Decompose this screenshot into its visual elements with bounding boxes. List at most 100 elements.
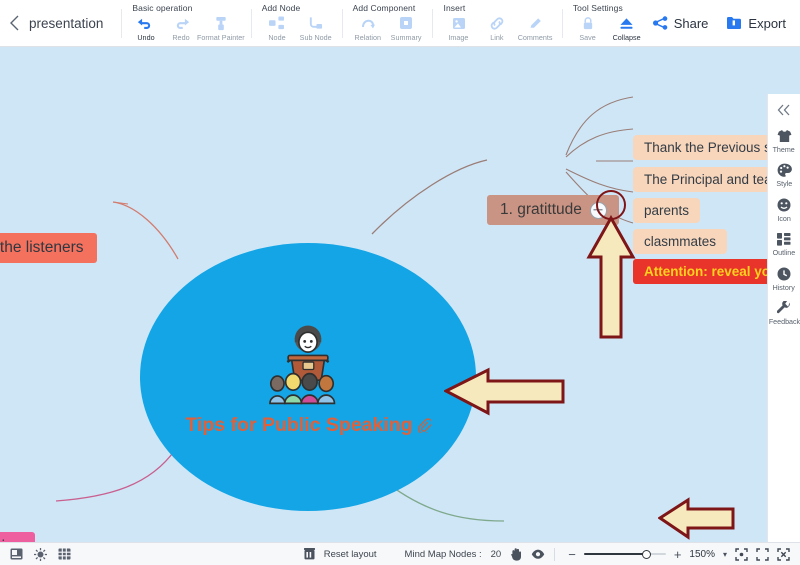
insert-comments-button[interactable]: Comments xyxy=(516,14,554,42)
node-motivation[interactable]: vation xyxy=(0,532,36,542)
expand-corners-icon[interactable] xyxy=(756,547,769,561)
collapse-button[interactable]: Collapse xyxy=(607,14,645,42)
insert-link-label: Link xyxy=(490,33,504,42)
sub-node-icon xyxy=(308,15,323,31)
reset-layout-icon[interactable] xyxy=(303,548,315,560)
status-divider xyxy=(554,547,556,561)
panel-item-label: Theme xyxy=(772,144,796,154)
central-node[interactable]: Tips for Public Speaking xyxy=(140,243,476,511)
panel-item-label: Feedback xyxy=(768,317,800,326)
share-icon xyxy=(652,16,668,30)
mindmap-canvas[interactable]: Tips for Public Speaking 1. gratittude T… xyxy=(0,47,800,542)
share-button[interactable]: Share xyxy=(652,16,708,31)
panel-item-theme[interactable]: Theme xyxy=(768,128,800,154)
add-sub-node-button[interactable]: Sub Node xyxy=(296,14,334,42)
zoom-in-button[interactable]: + xyxy=(674,548,682,561)
save-button[interactable]: Save xyxy=(569,14,607,42)
add-node-label: Node xyxy=(268,33,286,42)
zoom-out-button[interactable]: − xyxy=(568,548,576,561)
zoom-slider[interactable] xyxy=(583,548,666,561)
central-node-title[interactable]: Tips for Public Speaking xyxy=(185,413,431,437)
summary-bracket-icon xyxy=(399,15,413,31)
undo-label: Undo xyxy=(137,33,155,42)
add-relation-label: Relation xyxy=(354,33,382,42)
group-title: Insert xyxy=(443,3,466,13)
panel-item-label: Style xyxy=(776,179,792,188)
palette-icon xyxy=(777,163,792,178)
zoom-level-value: 150% xyxy=(689,548,715,560)
document-title[interactable]: presentation xyxy=(29,0,121,46)
clock-icon xyxy=(777,266,791,281)
panel-item-history[interactable]: History xyxy=(768,266,800,292)
group-title: Add Component xyxy=(352,3,416,13)
group-title: Basic operation xyxy=(132,3,193,13)
redo-label: Redo xyxy=(172,33,190,42)
export-button[interactable]: Export xyxy=(726,16,786,31)
panel-item-label: Outline xyxy=(772,248,796,257)
slider-fill xyxy=(583,552,646,556)
toolbar-group-insert: Insert Image Link Comments xyxy=(432,0,561,46)
collapse-label: Collapse xyxy=(612,33,641,42)
node-label: clasmmates xyxy=(644,234,717,249)
smiley-icon xyxy=(777,197,791,212)
chevron-down-icon[interactable]: ▾ xyxy=(723,550,727,559)
reset-layout-label[interactable]: Reset layout xyxy=(324,549,377,560)
fullscreen-icon[interactable] xyxy=(777,547,790,561)
grid-icon[interactable] xyxy=(58,548,71,560)
central-title-text: Tips for Public Speaking xyxy=(185,413,413,436)
export-folder-icon xyxy=(727,17,742,29)
toolbar-group-basic-operation: Basic operation Undo Redo Format Painter xyxy=(121,0,250,46)
node-parents[interactable]: parents xyxy=(633,198,701,223)
node-listeners[interactable]: e the listeners xyxy=(0,233,97,263)
redo-button[interactable]: Redo xyxy=(164,14,199,42)
fit-screen-icon[interactable] xyxy=(735,547,748,561)
comments-pen-icon xyxy=(529,15,543,31)
back-button[interactable] xyxy=(0,0,29,46)
group-title: Add Node xyxy=(261,3,301,13)
node-icon xyxy=(269,15,285,31)
node-label: Thank the Previous spe xyxy=(644,140,786,155)
add-node-button[interactable]: Node xyxy=(258,14,296,42)
brightness-icon[interactable] xyxy=(34,547,47,561)
panel-item-style[interactable]: Style xyxy=(768,163,800,189)
save-lock-icon xyxy=(582,15,594,31)
tshirt-icon xyxy=(777,128,792,143)
chevron-left-icon xyxy=(10,15,19,31)
panel-item-outline[interactable]: Outline xyxy=(768,232,800,258)
panel-item-label: Icon xyxy=(777,213,791,223)
status-bar: Reset layout Mind Map Nodes : 20 − + 150… xyxy=(0,542,800,565)
annotation-arrow-left-expand xyxy=(658,497,735,540)
format-painter-button[interactable]: Format Painter xyxy=(197,14,245,42)
add-relation-button[interactable]: Relation xyxy=(349,14,387,42)
hand-pan-icon[interactable] xyxy=(510,547,522,561)
panel-item-feedback[interactable]: Feedback xyxy=(768,301,800,327)
note-panel-icon[interactable] xyxy=(10,548,23,560)
redo-arrow-icon xyxy=(173,15,190,31)
undo-arrow-icon xyxy=(137,15,154,31)
panel-collapse-button[interactable] xyxy=(777,104,791,119)
node-label: parents xyxy=(644,203,690,218)
add-summary-button[interactable]: Summary xyxy=(387,14,425,42)
save-label: Save xyxy=(579,33,597,42)
node-label: 1. gratittude xyxy=(500,201,582,218)
insert-image-button[interactable]: Image xyxy=(439,14,477,42)
outline-grid-icon xyxy=(777,232,791,247)
insert-comments-label: Comments xyxy=(518,33,554,42)
toolbar-group-add-component: Add Component Relation Summary xyxy=(341,0,433,46)
undo-button[interactable]: Undo xyxy=(128,14,163,42)
annotation-arrow-left-title xyxy=(444,367,565,416)
node-classmates[interactable]: clasmmates xyxy=(633,229,728,254)
node-count-label: Mind Map Nodes : xyxy=(404,548,482,560)
slider-knob[interactable] xyxy=(641,549,651,559)
add-summary-label: Summary xyxy=(390,33,422,42)
speaker-podium-audience-icon xyxy=(269,325,336,404)
toolbar-group-tool-settings: Tool Settings Save Collapse xyxy=(561,0,653,46)
insert-image-label: Image xyxy=(448,33,469,42)
node-label: The Principal and teach xyxy=(644,172,786,187)
insert-link-button[interactable]: Link xyxy=(478,14,516,42)
panel-item-icon[interactable]: Icon xyxy=(768,197,800,223)
paperclip-icon[interactable] xyxy=(417,417,431,433)
eye-icon[interactable] xyxy=(531,549,545,560)
wrench-icon xyxy=(777,301,791,316)
toolbar-group-add-node: Add Node Node Sub Node xyxy=(250,0,342,46)
